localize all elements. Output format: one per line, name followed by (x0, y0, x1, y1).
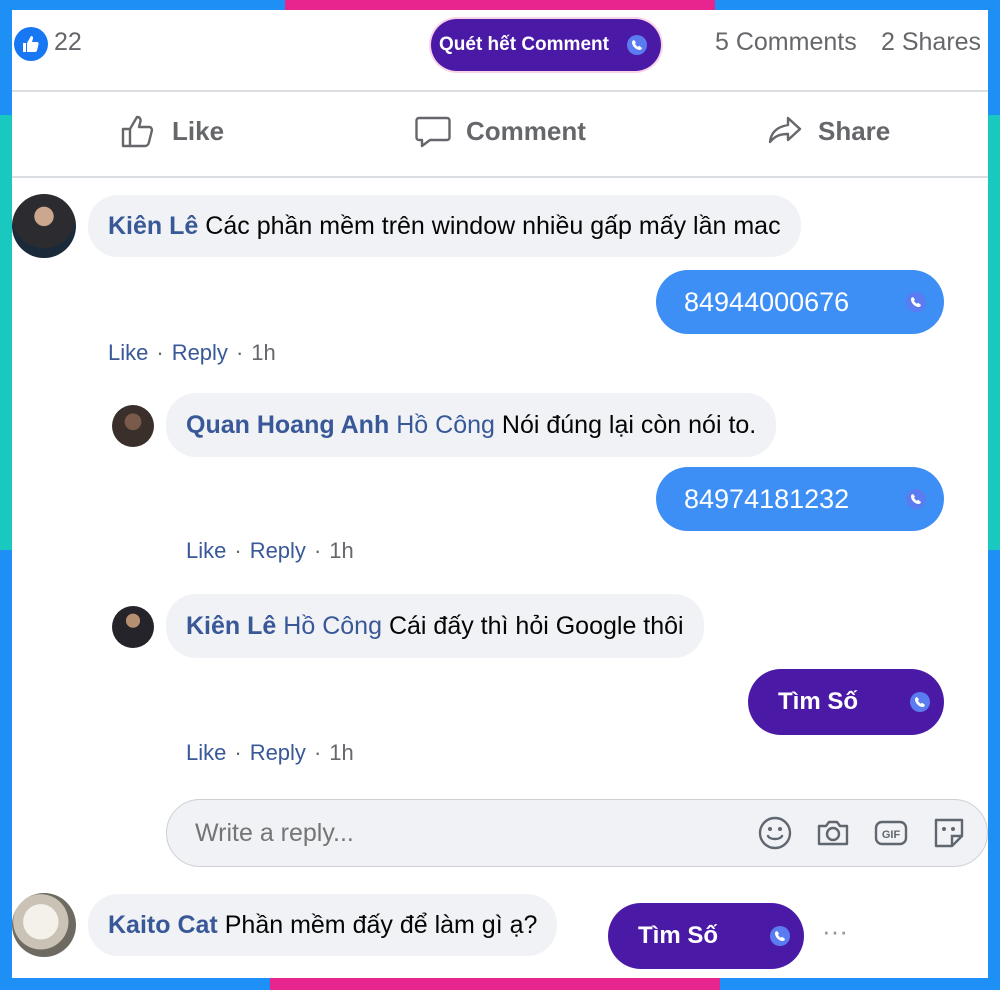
comment-author[interactable]: Quan Hoang Anh (186, 411, 389, 440)
find-number-button[interactable]: Tìm Số (608, 903, 804, 969)
comment-timestamp[interactable]: 1h (329, 740, 353, 766)
share-arrow-icon (768, 116, 802, 144)
find-number-button[interactable]: Tìm Số (748, 669, 944, 735)
avatar[interactable] (12, 194, 76, 258)
comment-action-label: Comment (466, 115, 586, 146)
camera-icon[interactable] (815, 815, 851, 851)
divider (12, 90, 988, 92)
comment-text: Cái đấy thì hỏi Google thôi (388, 611, 684, 640)
comment-like-link[interactable]: Like (186, 740, 226, 766)
separator-dot: · (235, 340, 244, 365)
comment-author[interactable]: Kiên Lê (186, 612, 276, 641)
find-number-label: Tìm Số (638, 922, 719, 949)
tagged-user[interactable]: Hồ Công (396, 411, 495, 440)
phone-number-label: 84974181232 (684, 483, 850, 514)
phone-icon (906, 292, 926, 312)
comment-text: Các phần mềm trên window nhiều gấp mấy l… (205, 211, 781, 240)
separator-dot: · (313, 740, 322, 765)
svg-text:GIF: GIF (882, 829, 901, 841)
phone-icon (770, 926, 790, 946)
find-number-label: Tìm Số (778, 688, 859, 715)
frame-teal-right (988, 115, 1000, 550)
comment-author[interactable]: Kaito Cat (108, 911, 218, 940)
separator-dot: · (234, 538, 242, 563)
comment-timestamp[interactable]: 1h (251, 340, 275, 366)
scan-comments-label: Quét hết Comment (439, 34, 609, 55)
reply-input-box[interactable]: GIF (166, 799, 988, 867)
phone-number-button[interactable]: 84974181232 (656, 467, 944, 531)
avatar[interactable] (112, 606, 154, 648)
phone-icon (906, 489, 926, 509)
frame-teal-left (0, 115, 12, 550)
reply-input[interactable] (193, 817, 757, 849)
avatar[interactable] (112, 405, 154, 447)
comment-reply-link[interactable]: Reply (250, 538, 306, 564)
comment-reply-link[interactable]: Reply (250, 740, 306, 766)
comments-count[interactable]: 5 Comments (715, 28, 857, 57)
like-count[interactable]: 22 (54, 28, 82, 57)
more-options-icon[interactable]: ··· (822, 916, 848, 947)
comment-reply-link[interactable]: Reply (172, 340, 228, 366)
like-reaction-icon[interactable] (14, 27, 48, 61)
comment-meta: Like · Reply · 1h (108, 340, 276, 366)
sticker-icon[interactable] (931, 815, 967, 851)
separator-dot: · (313, 538, 322, 563)
divider (12, 176, 988, 178)
comment-bubble: Kiên Lê Hồ Công Cái đấy thì hỏi Google t… (166, 594, 704, 658)
phone-icon (910, 692, 930, 712)
separator-dot: · (234, 740, 242, 765)
gif-icon[interactable]: GIF (873, 815, 909, 851)
comment-bubble: Quan Hoang Anh Hồ Công Nói đúng lại còn … (166, 393, 777, 457)
comment-meta: Like · Reply · 1h (186, 538, 354, 564)
frame-pink-top (285, 0, 715, 10)
phone-number-label: 84944000676 (684, 286, 850, 317)
comment-meta: Like · Reply · 1h (186, 740, 354, 766)
avatar[interactable] (12, 893, 76, 957)
separator-dot: · (156, 340, 164, 365)
comment-like-link[interactable]: Like (108, 340, 148, 366)
comment-like-link[interactable]: Like (186, 538, 226, 564)
scan-comments-button[interactable]: Quét hết Comment (431, 19, 661, 71)
comment-text: Nói đúng lại còn nói to. (501, 410, 757, 439)
phone-number-button[interactable]: 84944000676 (656, 270, 944, 334)
shares-count[interactable]: 2 Shares (881, 28, 981, 57)
comment-bubble: Kiên Lê Các phần mềm trên window nhiều g… (88, 195, 801, 257)
facebook-post-panel: 22 Quét hết Comment 5 Comments 2 Shares … (12, 10, 988, 978)
emoji-icon[interactable] (757, 815, 793, 851)
comment-action-button[interactable]: Comment (414, 112, 586, 150)
comment-bubble-icon (415, 116, 451, 148)
phone-icon (627, 35, 647, 55)
like-action-button[interactable]: Like (120, 112, 224, 150)
share-action-button[interactable]: Share (766, 112, 890, 150)
comment-timestamp[interactable]: 1h (329, 538, 353, 564)
screenshot-frame: 22 Quét hết Comment 5 Comments 2 Shares … (0, 0, 1000, 990)
share-action-label: Share (818, 115, 891, 146)
thumbs-up-icon (121, 115, 154, 148)
like-action-label: Like (172, 115, 225, 146)
comment-author[interactable]: Kiên Lê (108, 212, 198, 241)
comment-bubble: Kaito Cat Phần mềm đấy để làm gì ạ? (88, 894, 558, 956)
tagged-user[interactable]: Hồ Công (283, 612, 382, 641)
frame-pink-bottom (270, 978, 720, 990)
comment-text: Phần mềm đấy để làm gì ạ? (224, 910, 538, 939)
